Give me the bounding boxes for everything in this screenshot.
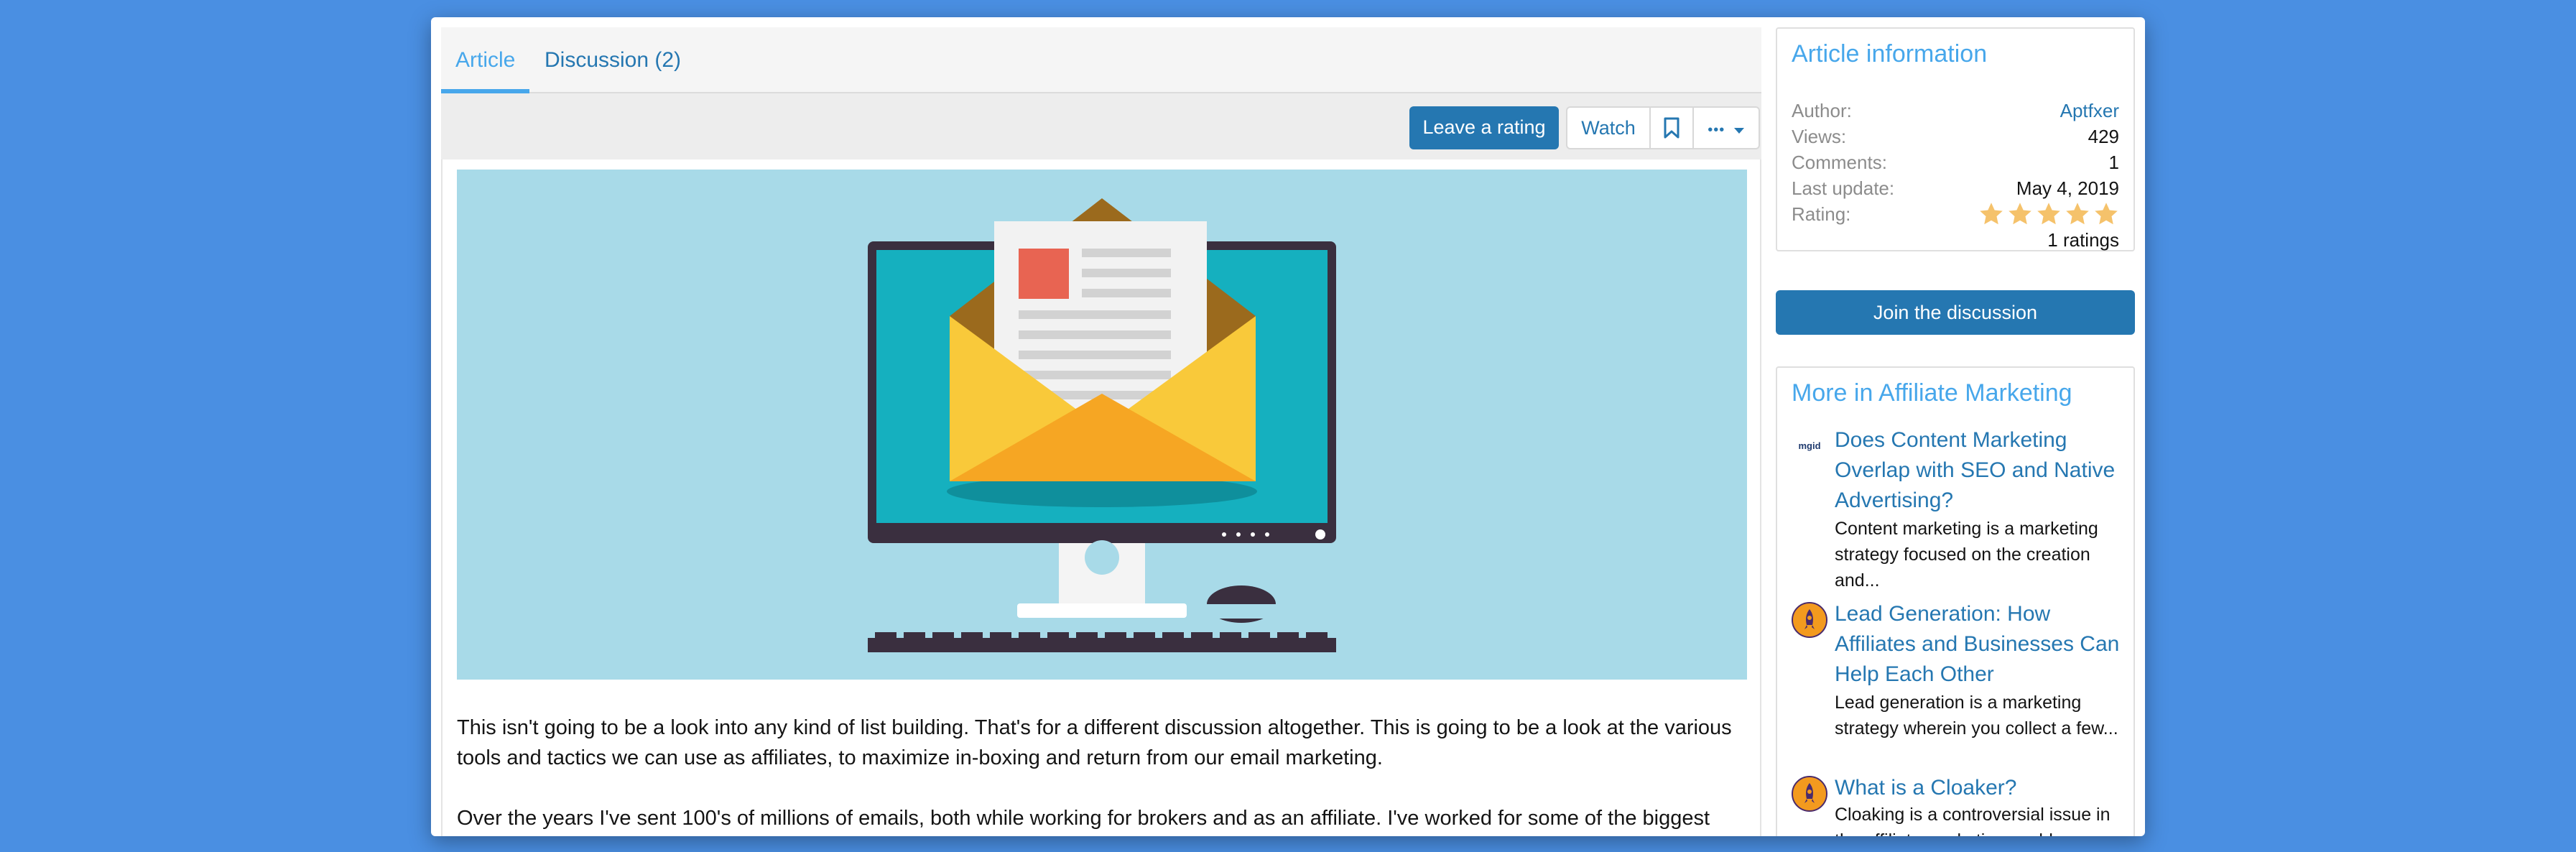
more-item-title-link[interactable]: Does Content Marketing Overlap with SEO … xyxy=(1835,425,2122,516)
leave-rating-button[interactable]: Leave a rating xyxy=(1409,106,1559,149)
mgid-logo-icon: mgid xyxy=(1792,428,1827,464)
more-item-description: Cloaking is a controversial issue in the… xyxy=(1835,805,2111,836)
rocket-avatar-icon xyxy=(1792,776,1827,812)
more-item-description: Lead generation is a marketing strategy … xyxy=(1835,693,2118,738)
rating-count-row: 1 ratings xyxy=(1792,227,2119,253)
rating-count: 1 ratings xyxy=(2047,229,2119,251)
article-main: Article Discussion (2) Leave a rating Wa… xyxy=(441,17,1761,836)
more-block-title: More in Affiliate Marketing xyxy=(1792,379,2072,407)
star-icon xyxy=(2066,203,2089,225)
email-monitor-illustration xyxy=(457,170,1747,680)
star-icon xyxy=(2037,203,2060,225)
more-in-affiliate-marketing-block: More in Affiliate Marketing mgid Does Co… xyxy=(1776,366,2135,836)
views-value: 429 xyxy=(2088,126,2119,147)
rating-stars xyxy=(1975,201,2119,227)
rating-row: Rating: xyxy=(1792,201,2119,227)
more-item-description: Content marketing is a marketing strateg… xyxy=(1835,519,2098,591)
author-row: Author: Aptfxer xyxy=(1792,98,2119,124)
comments-label: Comments: xyxy=(1792,152,1887,173)
comments-row: Comments: 1 xyxy=(1792,149,2119,175)
article-paragraph: Over the years I've sent 100's of millio… xyxy=(457,807,1710,830)
star-icon xyxy=(1980,203,2003,225)
last-update-value: May 4, 2019 xyxy=(2016,177,2119,199)
bookmark-button[interactable] xyxy=(1651,108,1694,148)
views-label: Views: xyxy=(1792,126,1847,147)
article-paragraph: This isn't going to be a look into any k… xyxy=(457,716,1732,769)
more-item-title-link[interactable]: Lead Generation: How Affiliates and Busi… xyxy=(1835,599,2122,690)
views-row: Views: 429 xyxy=(1792,124,2119,149)
article-information-title: Article information xyxy=(1792,40,1988,68)
article-actions-group: Watch ••• xyxy=(1566,106,1760,149)
star-icon xyxy=(2095,203,2118,225)
tab-discussion[interactable]: Discussion (2) xyxy=(530,27,695,93)
author-link[interactable]: Aptfxer xyxy=(2060,98,2119,124)
article-hero-image xyxy=(457,170,1747,680)
caret-down-icon xyxy=(1733,128,1744,134)
rating-label: Rating: xyxy=(1792,203,1851,225)
article-content: This isn't going to be a look into any k… xyxy=(441,159,1761,836)
article-information-block: Article information Author: Aptfxer View… xyxy=(1776,27,2135,251)
tab-article[interactable]: Article xyxy=(441,27,530,93)
author-label: Author: xyxy=(1792,100,1852,121)
last-update-label: Last update: xyxy=(1792,177,1895,199)
bookmark-icon xyxy=(1664,117,1680,139)
browser-window: Article Discussion (2) Leave a rating Wa… xyxy=(431,17,2145,836)
more-options-button[interactable]: ••• xyxy=(1694,108,1759,148)
star-icon xyxy=(2009,203,2031,225)
more-dots-icon: ••• xyxy=(1708,122,1725,138)
last-update-row: Last update: May 4, 2019 xyxy=(1792,175,2119,201)
more-item-title-link[interactable]: What is a Cloaker? xyxy=(1835,773,2122,803)
watch-button[interactable]: Watch xyxy=(1567,108,1651,148)
article-body: This isn't going to be a look into any k… xyxy=(457,713,1747,836)
join-discussion-button[interactable]: Join the discussion xyxy=(1776,290,2135,335)
rocket-avatar-icon xyxy=(1792,602,1827,638)
article-toolbar: Leave a rating Watch ••• xyxy=(441,93,1761,159)
comments-value: 1 xyxy=(2108,152,2119,173)
article-tabs: Article Discussion (2) xyxy=(441,27,1761,93)
